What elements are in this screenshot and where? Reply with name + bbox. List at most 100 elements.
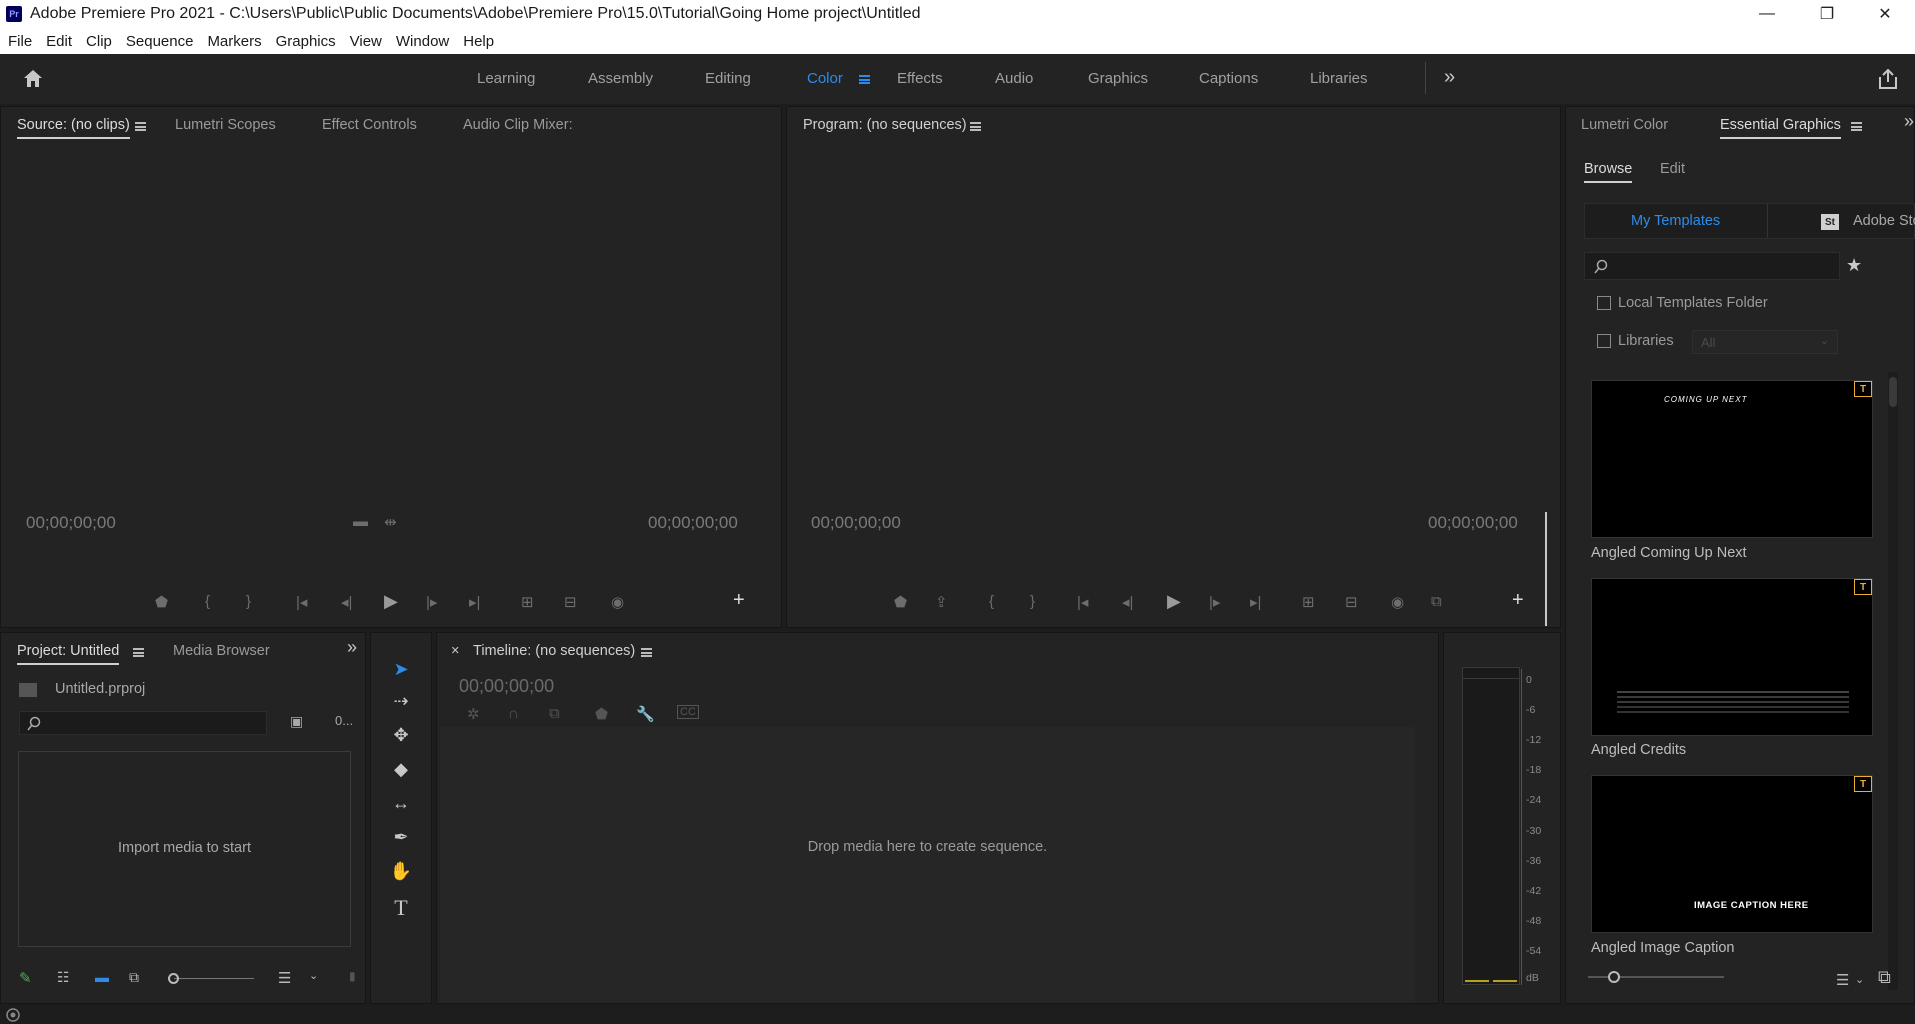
source-menu-icon[interactable] <box>135 122 146 131</box>
hand-tool-icon[interactable]: ✋ <box>388 861 414 885</box>
track-select-tool-icon[interactable]: ⇢ <box>388 691 414 715</box>
workspace-graphics[interactable]: Graphics <box>1088 70 1148 87</box>
sort-icon[interactable]: ☰ <box>278 969 291 987</box>
timeline-track-area[interactable]: Drop media here to create sequence. <box>440 727 1415 1003</box>
project-menu-icon[interactable] <box>133 648 144 657</box>
list-view-toggle-icon[interactable]: ☷ <box>57 969 70 986</box>
tab-effect-controls[interactable]: Effect Controls <box>322 117 417 133</box>
timeline-settings-wrench-icon[interactable]: 🔧 <box>636 705 655 723</box>
tab-program[interactable]: Program: (no sequences) <box>803 117 967 133</box>
tab-audio-clip-mixer[interactable]: Audio Clip Mixer: <box>463 117 573 133</box>
new-bin-icon[interactable]: ▣ <box>290 713 303 730</box>
workspace-effects[interactable]: Effects <box>897 70 943 87</box>
list-view-icon[interactable]: ☰ <box>1836 971 1849 989</box>
step-back-icon[interactable]: ◂| <box>341 593 352 611</box>
menu-view[interactable]: View <box>350 33 382 50</box>
template-search-input[interactable] <box>1584 252 1840 280</box>
captions-icon[interactable]: CC <box>677 705 699 719</box>
icon-view-toggle-icon[interactable]: ▬ <box>95 969 109 985</box>
program-play-icon[interactable]: ▶ <box>1167 591 1181 612</box>
menu-help[interactable]: Help <box>463 33 494 50</box>
source-timecode-in[interactable]: 00;00;00;00 <box>26 513 116 533</box>
source-settings-icon[interactable]: ▬ <box>353 513 368 530</box>
minimize-button[interactable]: — <box>1737 0 1797 28</box>
menu-graphics[interactable]: Graphics <box>276 33 336 50</box>
workspace-learning[interactable]: Learning <box>477 70 535 87</box>
workspace-assembly[interactable]: Assembly <box>588 70 653 87</box>
close-window-button[interactable]: ✕ <box>1855 0 1915 28</box>
libraries-dropdown[interactable]: All ⌄ <box>1692 330 1838 354</box>
essential-graphics-menu-icon[interactable] <box>1851 122 1862 131</box>
program-button-editor-icon[interactable]: + <box>1512 589 1524 612</box>
tab-browse[interactable]: Browse <box>1584 161 1633 183</box>
program-mark-in-icon[interactable]: { <box>989 593 994 610</box>
workspace-captions[interactable]: Captions <box>1199 70 1258 87</box>
nest-icon[interactable]: ✲ <box>467 705 480 723</box>
selection-tool-icon[interactable]: ➤ <box>388 659 414 683</box>
write-pencil-icon[interactable]: ✎ <box>19 969 32 987</box>
tab-adobe-stock[interactable]: Adobe Sto <box>1853 213 1915 229</box>
menu-sequence[interactable]: Sequence <box>126 33 194 50</box>
program-menu-icon[interactable] <box>970 122 981 131</box>
step-forward-icon[interactable]: |▸ <box>426 593 437 611</box>
source-timecode-out[interactable]: 00;00;00;00 <box>648 513 738 533</box>
tab-media-browser[interactable]: Media Browser <box>173 643 270 659</box>
program-go-to-out-icon[interactable]: ▸| <box>1250 593 1261 611</box>
menu-file[interactable]: File <box>8 33 32 50</box>
add-marker-icon[interactable]: ⬟ <box>155 593 168 611</box>
razor-tool-icon[interactable]: ◆ <box>388 759 414 783</box>
sort-chevron-down-icon[interactable]: ⌄ <box>309 969 318 982</box>
local-templates-checkbox[interactable] <box>1597 296 1611 310</box>
timeline-menu-icon[interactable] <box>641 648 652 657</box>
template-thumb-credits[interactable] <box>1591 578 1873 736</box>
program-lift-icon[interactable]: ⇪ <box>935 593 948 611</box>
home-icon[interactable] <box>22 68 44 88</box>
program-step-back-icon[interactable]: ◂| <box>1122 593 1133 611</box>
program-lift-clip-icon[interactable]: ⊞ <box>1302 593 1315 611</box>
overwrite-icon[interactable]: ⊟ <box>564 593 577 611</box>
project-overflow-icon[interactable]: » <box>347 637 357 658</box>
project-search-input[interactable] <box>19 711 267 735</box>
type-tool-icon[interactable]: T <box>388 895 414 920</box>
program-mark-out-icon[interactable]: } <box>1030 593 1035 610</box>
program-timecode-out[interactable]: 00;00;00;00 <box>1428 513 1518 533</box>
tab-my-templates[interactable]: My Templates <box>1631 213 1720 229</box>
go-to-in-icon[interactable]: |◂ <box>296 593 307 611</box>
play-icon[interactable]: ▶ <box>384 591 398 612</box>
sort-chevron-icon[interactable]: ⌄ <box>1855 973 1864 986</box>
scrollbar-thumb[interactable] <box>1889 377 1897 407</box>
tab-project[interactable]: Project: Untitled <box>17 643 120 665</box>
tab-lumetri-scopes[interactable]: Lumetri Scopes <box>175 117 276 133</box>
restore-button[interactable]: ❐ <box>1797 0 1857 28</box>
zoom-slider[interactable] <box>174 978 254 979</box>
source-drag-icon[interactable]: ⇹ <box>384 513 397 531</box>
snap-icon[interactable]: ∩ <box>508 705 519 722</box>
freeform-view-icon[interactable]: ⧉ <box>129 969 139 986</box>
tab-essential-graphics[interactable]: Essential Graphics <box>1720 117 1841 139</box>
timeline-marker-icon[interactable]: ⬟ <box>595 705 608 723</box>
template-thumb-coming-up-next[interactable]: COMING UP NEXT <box>1591 380 1873 538</box>
export-frame-icon[interactable]: ◉ <box>611 593 624 611</box>
tab-timeline[interactable]: Timeline: (no sequences) <box>473 643 635 659</box>
program-comparison-icon[interactable]: ⧉ <box>1431 593 1442 610</box>
tab-source[interactable]: Source: (no clips) <box>17 117 130 139</box>
slip-tool-icon[interactable]: ↔ <box>388 793 414 817</box>
workspace-editing[interactable]: Editing <box>705 70 751 87</box>
more-workspaces-icon[interactable]: » <box>1444 66 1455 89</box>
program-step-forward-icon[interactable]: |▸ <box>1209 593 1220 611</box>
favorites-star-icon[interactable]: ★ <box>1846 255 1862 276</box>
workspace-libraries[interactable]: Libraries <box>1310 70 1368 87</box>
tab-lumetri-color[interactable]: Lumetri Color <box>1581 117 1668 133</box>
zoom-slider-handle[interactable] <box>168 973 179 984</box>
menu-markers[interactable]: Markers <box>207 33 261 50</box>
mark-out-icon[interactable]: } <box>246 593 251 610</box>
menu-window[interactable]: Window <box>396 33 449 50</box>
linked-selection-icon[interactable]: ⧉ <box>549 705 560 722</box>
mark-in-icon[interactable]: { <box>205 593 210 610</box>
share-icon[interactable] <box>1877 68 1899 90</box>
program-extract-icon[interactable]: ⊟ <box>1345 593 1358 611</box>
timeline-close-icon[interactable]: × <box>451 643 459 659</box>
menu-edit[interactable]: Edit <box>46 33 72 50</box>
menu-clip[interactable]: Clip <box>86 33 112 50</box>
program-timecode-in[interactable]: 00;00;00;00 <box>811 513 901 533</box>
